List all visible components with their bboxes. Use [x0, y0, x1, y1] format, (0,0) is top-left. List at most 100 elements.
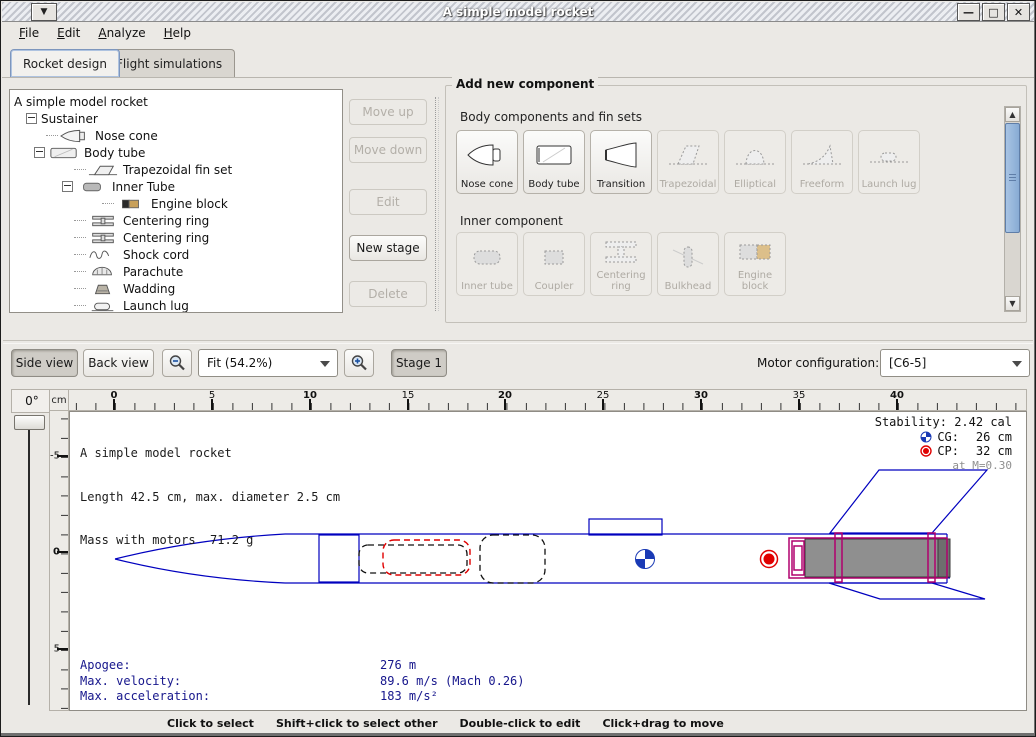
edit-button[interactable]: Edit: [349, 189, 427, 215]
rotation-slider-handle[interactable]: [14, 415, 45, 430]
menu-file[interactable]: File: [12, 23, 46, 43]
tree-item-parachute[interactable]: Parachute: [10, 263, 342, 280]
coupler-icon: [524, 233, 584, 281]
add-component-title: Add new component: [452, 77, 598, 91]
tab-flight-simulations[interactable]: Flight simulations: [103, 49, 235, 77]
add-transition-button[interactable]: Transition: [590, 130, 652, 194]
shock-cord-outline[interactable]: [359, 545, 467, 573]
magnifier-plus-icon: [350, 354, 368, 372]
component-scrollbar[interactable]: ▲ ▼: [1004, 106, 1021, 312]
tab-row: Rocket design Flight simulations: [2, 47, 1034, 78]
menu-analyze[interactable]: Analyze: [91, 23, 152, 43]
launch-lug-icon: [859, 131, 919, 179]
scroll-down-icon[interactable]: ▼: [1005, 296, 1020, 311]
launch-lug-icon: [88, 299, 118, 313]
inner-tube-icon: [77, 180, 107, 194]
add-engine-block-button[interactable]: Engine block: [724, 232, 786, 296]
add-elliptical-fin-button[interactable]: Elliptical: [724, 130, 786, 194]
rocket-name: A simple model rocket: [80, 446, 340, 461]
wadding-outline[interactable]: [480, 535, 545, 583]
menu-help[interactable]: Help: [157, 23, 198, 43]
tree-item-centering-ring-1[interactable]: Centering ring: [10, 212, 342, 229]
hint-double-click: Double-click to edit: [460, 717, 581, 730]
add-inner-tube-button[interactable]: Inner tube: [456, 232, 518, 296]
menu-edit[interactable]: Edit: [50, 23, 87, 43]
zoom-level-combo[interactable]: Fit (54.2%): [198, 349, 338, 377]
new-stage-button[interactable]: New stage: [349, 235, 427, 261]
tree-item-fin-set[interactable]: Trapezoidal fin set: [10, 161, 342, 178]
ruler-unit-label: cm: [49, 389, 69, 411]
tree-item-shock-cord[interactable]: Shock cord: [10, 246, 342, 263]
tree-item-wadding[interactable]: Wadding: [10, 280, 342, 297]
fin-set-icon: [88, 163, 118, 177]
scroll-up-icon[interactable]: ▲: [1005, 107, 1020, 122]
move-up-button[interactable]: Move up: [349, 99, 427, 125]
close-button[interactable]: ✕: [1007, 3, 1030, 21]
collapse-icon[interactable]: [62, 181, 73, 192]
delete-button[interactable]: Delete: [349, 281, 427, 307]
cp-marker: [761, 551, 778, 568]
tree-item-inner-tube[interactable]: Inner Tube: [10, 178, 342, 195]
transition-icon: [591, 131, 651, 179]
mach-note: at M=0.30: [875, 459, 1012, 474]
tree-item-body-tube[interactable]: Body tube: [10, 144, 342, 161]
tree-item-centering-ring-2[interactable]: Centering ring: [10, 229, 342, 246]
view-toolbar: Side view Back view Fit (54.2%) Stage 1 …: [2, 345, 1034, 383]
add-coupler-button[interactable]: Coupler: [523, 232, 585, 296]
tree-item-nose-cone[interactable]: Nose cone: [10, 127, 342, 144]
body-components-label: Body components and fin sets: [460, 110, 642, 124]
chevron-down-icon: [1012, 361, 1022, 367]
cg-legend-icon: [920, 431, 932, 443]
zoom-out-button[interactable]: [162, 349, 192, 377]
parachute-icon: [88, 265, 118, 279]
add-centering-ring-button[interactable]: Centering ring: [590, 232, 652, 296]
tree-item-rocket[interactable]: A simple model rocket: [10, 93, 342, 110]
vertical-ruler: -5 0 5: [49, 411, 69, 711]
centering-ring-icon: [88, 231, 118, 245]
add-component-panel: Add new component Body components and fi…: [445, 85, 1027, 323]
panel-separator: [435, 97, 439, 311]
add-body-tube-button[interactable]: Body tube: [523, 130, 585, 194]
zoom-in-button[interactable]: [344, 349, 374, 377]
max-acceleration-value: 183 m/s²: [380, 689, 438, 705]
stability-value: Stability: 2.42 cal: [875, 415, 1012, 430]
maximize-button[interactable]: □: [982, 3, 1005, 21]
flight-stats: Apogee:276 m Max. velocity:89.6 m/s (Mac…: [80, 658, 525, 705]
chevron-down-icon: [320, 361, 330, 367]
add-bulkhead-button[interactable]: Bulkhead: [657, 232, 719, 296]
elliptical-fin-icon: [725, 131, 785, 179]
app-window: ▼ A simple model rocket — □ ✕ File Edit …: [0, 0, 1036, 737]
add-freeform-fin-button[interactable]: Freeform: [791, 130, 853, 194]
trapezoidal-fin-icon: [658, 131, 718, 179]
tab-rocket-design[interactable]: Rocket design: [10, 49, 120, 77]
component-tree[interactable]: A simple model rocket Sustainer Nose con…: [9, 89, 343, 313]
hint-click-select: Click to select: [167, 717, 254, 730]
rotation-slider-track[interactable]: [28, 427, 30, 705]
add-nose-cone-button[interactable]: Nose cone: [456, 130, 518, 194]
tree-item-sustainer[interactable]: Sustainer: [10, 110, 342, 127]
bulkhead-icon: [658, 233, 718, 281]
tree-item-launch-lug[interactable]: Launch lug: [10, 297, 342, 313]
add-trapezoidal-fin-button[interactable]: Trapezoidal: [657, 130, 719, 194]
scrollbar-thumb[interactable]: [1005, 123, 1020, 233]
back-view-toggle[interactable]: Back view: [83, 349, 154, 377]
side-view-toggle[interactable]: Side view: [11, 349, 78, 377]
add-launch-lug-button[interactable]: Launch lug: [858, 130, 920, 194]
rocket-design-canvas[interactable]: A simple model rocket Length 42.5 cm, ma…: [69, 411, 1027, 711]
motor-configuration-combo[interactable]: [C6-5]: [880, 349, 1030, 377]
parachute-outline[interactable]: [383, 540, 470, 575]
freeform-fin-icon: [792, 131, 852, 179]
collapse-icon[interactable]: [34, 147, 45, 158]
section-divider: [3, 340, 1033, 344]
collapse-icon[interactable]: [26, 113, 37, 124]
stage-1-toggle[interactable]: Stage 1: [391, 349, 447, 377]
rotation-value: 0°: [11, 389, 53, 413]
tree-item-engine-block[interactable]: Engine block: [10, 195, 342, 212]
body-tube-icon: [524, 131, 584, 179]
body-tube-icon: [49, 146, 79, 160]
move-down-button[interactable]: Move down: [349, 137, 427, 163]
rocket-mass: Mass with motors 71.2 g: [80, 533, 340, 548]
inner-tube-icon: [457, 233, 517, 281]
launch-lug-outline[interactable]: [589, 519, 662, 535]
minimize-button[interactable]: —: [957, 3, 980, 21]
